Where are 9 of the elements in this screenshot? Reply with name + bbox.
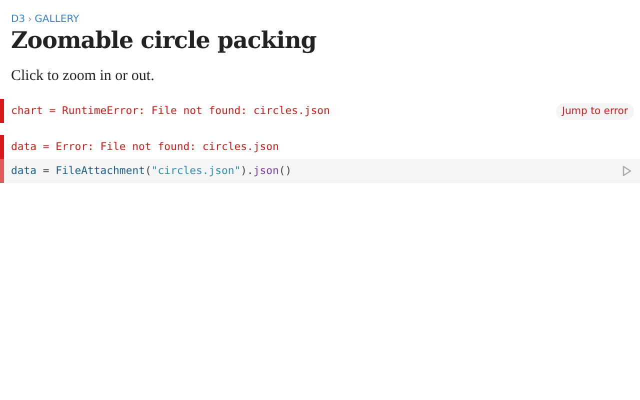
intro-text: Click to zoom in or out.: [11, 68, 156, 85]
breadcrumb-link[interactable]: GALLERY: [34, 14, 80, 25]
breadcrumb-link[interactable]: D3: [11, 14, 26, 25]
error-message: chart = RuntimeError: File not found: circles.json: [11, 105, 330, 117]
error-message: data = Error: File not found: circles.json: [11, 141, 279, 153]
run-icon[interactable]: [622, 165, 632, 177]
jump-to-error-button[interactable]: Jump to error: [556, 102, 634, 120]
page-title: Zoomable circle packing: [11, 27, 318, 54]
breadcrumb-separator: ›: [28, 14, 32, 24]
